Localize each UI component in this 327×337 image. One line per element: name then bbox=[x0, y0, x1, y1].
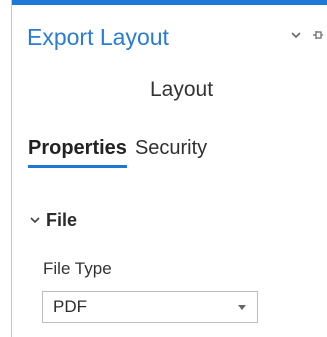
file-section-label: File bbox=[46, 210, 78, 230]
pin-icon[interactable] bbox=[311, 28, 325, 42]
file-section-header[interactable]: File bbox=[30, 208, 77, 232]
pane-tabs: Properties Security bbox=[28, 135, 207, 168]
pane-title: Export Layout bbox=[27, 24, 169, 50]
tab-security[interactable]: Security bbox=[135, 135, 207, 168]
select-arrow-icon bbox=[237, 303, 247, 311]
dropdown-menu-icon[interactable] bbox=[289, 28, 303, 42]
pane-top-accent bbox=[12, 0, 327, 5]
pane-title-actions bbox=[289, 28, 325, 42]
layout-name: Layout bbox=[150, 78, 214, 101]
chevron-down-icon bbox=[30, 211, 40, 229]
tab-properties[interactable]: Properties bbox=[28, 135, 127, 168]
file-type-label: File Type bbox=[43, 259, 112, 278]
file-type-value: PDF bbox=[53, 297, 87, 316]
export-layout-pane: Export Layout Layout Properties Security… bbox=[11, 0, 327, 337]
file-type-select[interactable]: PDF bbox=[42, 291, 258, 323]
